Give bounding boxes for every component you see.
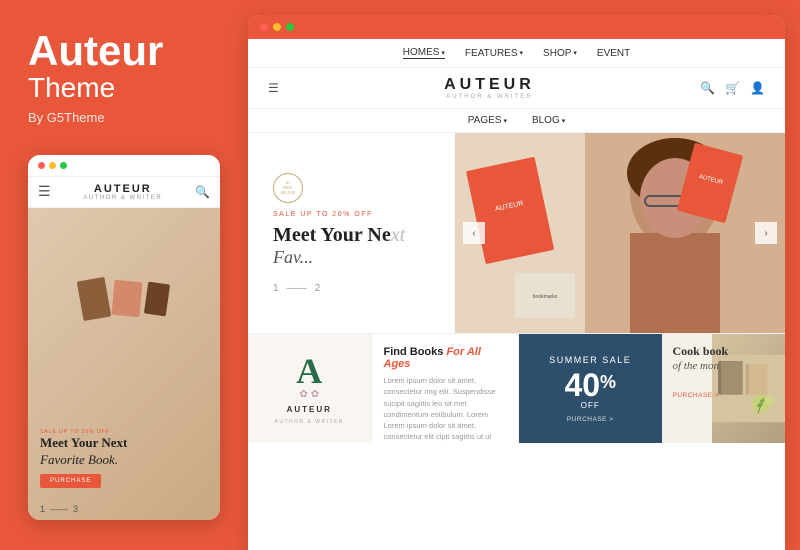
nav-event[interactable]: EVENT bbox=[597, 48, 630, 59]
blog-arrow: ▾ bbox=[562, 117, 566, 125]
mobile-hero-heading2: Favorite Book. bbox=[40, 452, 208, 468]
mobile-book-1 bbox=[77, 277, 112, 321]
nav-features[interactable]: FEATURES ▾ bbox=[465, 48, 523, 59]
sale-title: SUMMER SALE bbox=[549, 355, 631, 365]
nav-pages[interactable]: PAGES ▾ bbox=[468, 115, 507, 126]
hero-left: #1BESTSELLER SALE UP TO 20% OFF Meet You… bbox=[248, 133, 455, 333]
desktop-nav-bottom: PAGES ▾ BLOG ▾ bbox=[248, 109, 785, 133]
hero-next-button[interactable]: › bbox=[755, 222, 777, 244]
mobile-menu-icon[interactable]: ☰ bbox=[38, 184, 51, 201]
brand-subtitle: Theme bbox=[28, 72, 220, 104]
card-logo-sub: AUTHOR & WRITER bbox=[275, 419, 344, 425]
mobile-header: ☰ AUTEUR AUTHOR & WRITER 🔍 bbox=[28, 177, 220, 208]
hero-page-current: 1 bbox=[273, 283, 279, 294]
find-books-text: Lorem ipsum dolor sit amet, consectetur … bbox=[384, 375, 507, 443]
mobile-dot-green bbox=[60, 162, 67, 169]
mobile-book-3 bbox=[144, 281, 170, 316]
mobile-dot-red bbox=[38, 162, 45, 169]
hero-award: #1BESTSELLER bbox=[273, 173, 430, 203]
desktop-hero: #1BESTSELLER SALE UP TO 20% OFF Meet You… bbox=[248, 133, 785, 333]
mobile-page-total: 3 bbox=[73, 504, 78, 514]
mobile-mockup: ☰ AUTEUR AUTHOR & WRITER 🔍 SALE UP TO 20… bbox=[28, 155, 220, 520]
mobile-logo: AUTEUR AUTHOR & WRITER bbox=[83, 183, 162, 201]
svg-text:bookmarks: bookmarks bbox=[533, 294, 558, 300]
browser-dot-red bbox=[260, 23, 268, 31]
left-panel: Auteur Theme By G5Theme ☰ AUTEUR AUTHOR … bbox=[0, 0, 248, 550]
cookbook-purchase-link[interactable]: PURCHASE > bbox=[673, 392, 776, 399]
desktop-user-icon[interactable]: 👤 bbox=[750, 81, 765, 96]
mobile-page-sep: —— bbox=[50, 504, 68, 514]
cookbook-subtitle: of the mon bbox=[673, 360, 776, 372]
hero-sale-text: SALE UP TO 20% OFF bbox=[273, 211, 430, 218]
hero-visual: AUTEUR AUTEUR bookmarks bbox=[455, 133, 785, 333]
award-badge: #1BESTSELLER bbox=[273, 173, 303, 203]
right-panel: HOMES ▾ FEATURES ▾ SHOP ▾ EVENT ☰ AUTEUR… bbox=[248, 15, 785, 550]
desktop-cart-icon[interactable]: 🛒 bbox=[725, 81, 740, 96]
flower-icon-2: ✿ bbox=[311, 389, 319, 400]
nav-shop[interactable]: SHOP ▾ bbox=[543, 48, 577, 59]
hero-page-total: 2 bbox=[315, 283, 321, 294]
desktop-content: HOMES ▾ FEATURES ▾ SHOP ▾ EVENT ☰ AUTEUR… bbox=[248, 39, 785, 550]
card-summer-sale: SUMMER SALE 40% OFF PURCHASE > bbox=[519, 334, 663, 443]
mobile-browser-dots bbox=[28, 155, 220, 177]
mobile-pagination: 1 —— 3 bbox=[28, 500, 220, 520]
find-books-title: Find Books For All Ages bbox=[384, 346, 507, 370]
browser-bar bbox=[248, 15, 785, 39]
mobile-hero: SALE UP TO 20% OFF Meet Your Next Favori… bbox=[28, 208, 220, 520]
mobile-purchase-button[interactable]: PURCHASE bbox=[40, 474, 101, 488]
mobile-book-2 bbox=[112, 280, 143, 317]
mobile-dot-yellow bbox=[49, 162, 56, 169]
desktop-logo: AUTEUR AUTHOR & WRITER bbox=[444, 76, 535, 100]
desktop-hamburger-icon[interactable]: ☰ bbox=[268, 81, 279, 96]
hero-right: AUTEUR AUTEUR bookmarks ‹ › bbox=[455, 133, 785, 333]
brand-title: Auteur bbox=[28, 30, 220, 72]
hero-heading1: Meet Your Next bbox=[273, 223, 430, 247]
mobile-hero-books bbox=[33, 213, 215, 385]
card-logo-letter: A bbox=[296, 353, 322, 389]
hero-prev-button[interactable]: ‹ bbox=[463, 222, 485, 244]
mobile-search-icon[interactable]: 🔍 bbox=[195, 185, 210, 200]
sale-purchase-link[interactable]: PURCHASE > bbox=[567, 416, 614, 423]
cookbook-title: Cook book bbox=[673, 344, 776, 360]
sale-off-label: OFF bbox=[581, 401, 600, 410]
bottom-cards: A ✿ ✿ AUTEUR AUTHOR & WRITER Find Books … bbox=[248, 333, 785, 443]
sale-symbol: % bbox=[600, 373, 616, 391]
sale-percentage: 40% bbox=[564, 369, 616, 401]
browser-dot-yellow bbox=[273, 23, 281, 31]
flower-icon-1: ✿ bbox=[299, 389, 307, 400]
hero-page-sep: —— bbox=[287, 283, 307, 294]
hero-heading2: Fav... bbox=[273, 247, 430, 268]
browser-dot-green bbox=[286, 23, 294, 31]
mobile-hero-content: SALE UP TO 20% OFF Meet Your Next Favori… bbox=[28, 421, 220, 500]
brand-by: By G5Theme bbox=[28, 110, 220, 125]
card-cookbook: Cook book of the mon PURCHASE > bbox=[663, 334, 786, 443]
mobile-hero-heading1: Meet Your Next bbox=[40, 435, 208, 452]
nav-blog[interactable]: BLOG ▾ bbox=[532, 115, 565, 126]
cookbook-content: Cook book of the mon PURCHASE > bbox=[663, 334, 786, 409]
card-find-books: Find Books For All Ages Lorem ipsum dolo… bbox=[372, 334, 520, 443]
desktop-header-icons: 🔍 🛒 👤 bbox=[700, 81, 765, 96]
desktop-nav-top: HOMES ▾ FEATURES ▾ SHOP ▾ EVENT bbox=[248, 39, 785, 68]
card-logo: A ✿ ✿ AUTEUR AUTHOR & WRITER bbox=[248, 334, 372, 443]
features-arrow: ▾ bbox=[520, 49, 524, 57]
homes-arrow: ▾ bbox=[441, 49, 445, 57]
desktop-search-icon[interactable]: 🔍 bbox=[700, 81, 715, 96]
shop-arrow: ▾ bbox=[573, 49, 577, 57]
nav-homes[interactable]: HOMES ▾ bbox=[403, 47, 445, 59]
hero-pagination: 1 —— 2 bbox=[273, 283, 430, 294]
card-logo-brand: AUTEUR bbox=[287, 405, 332, 414]
desktop-logo-row: ☰ AUTEUR AUTHOR & WRITER 🔍 🛒 👤 bbox=[248, 68, 785, 109]
mobile-page-current: 1 bbox=[40, 504, 45, 514]
pages-arrow: ▾ bbox=[503, 117, 507, 125]
card-logo-flowers: ✿ ✿ bbox=[299, 389, 319, 400]
